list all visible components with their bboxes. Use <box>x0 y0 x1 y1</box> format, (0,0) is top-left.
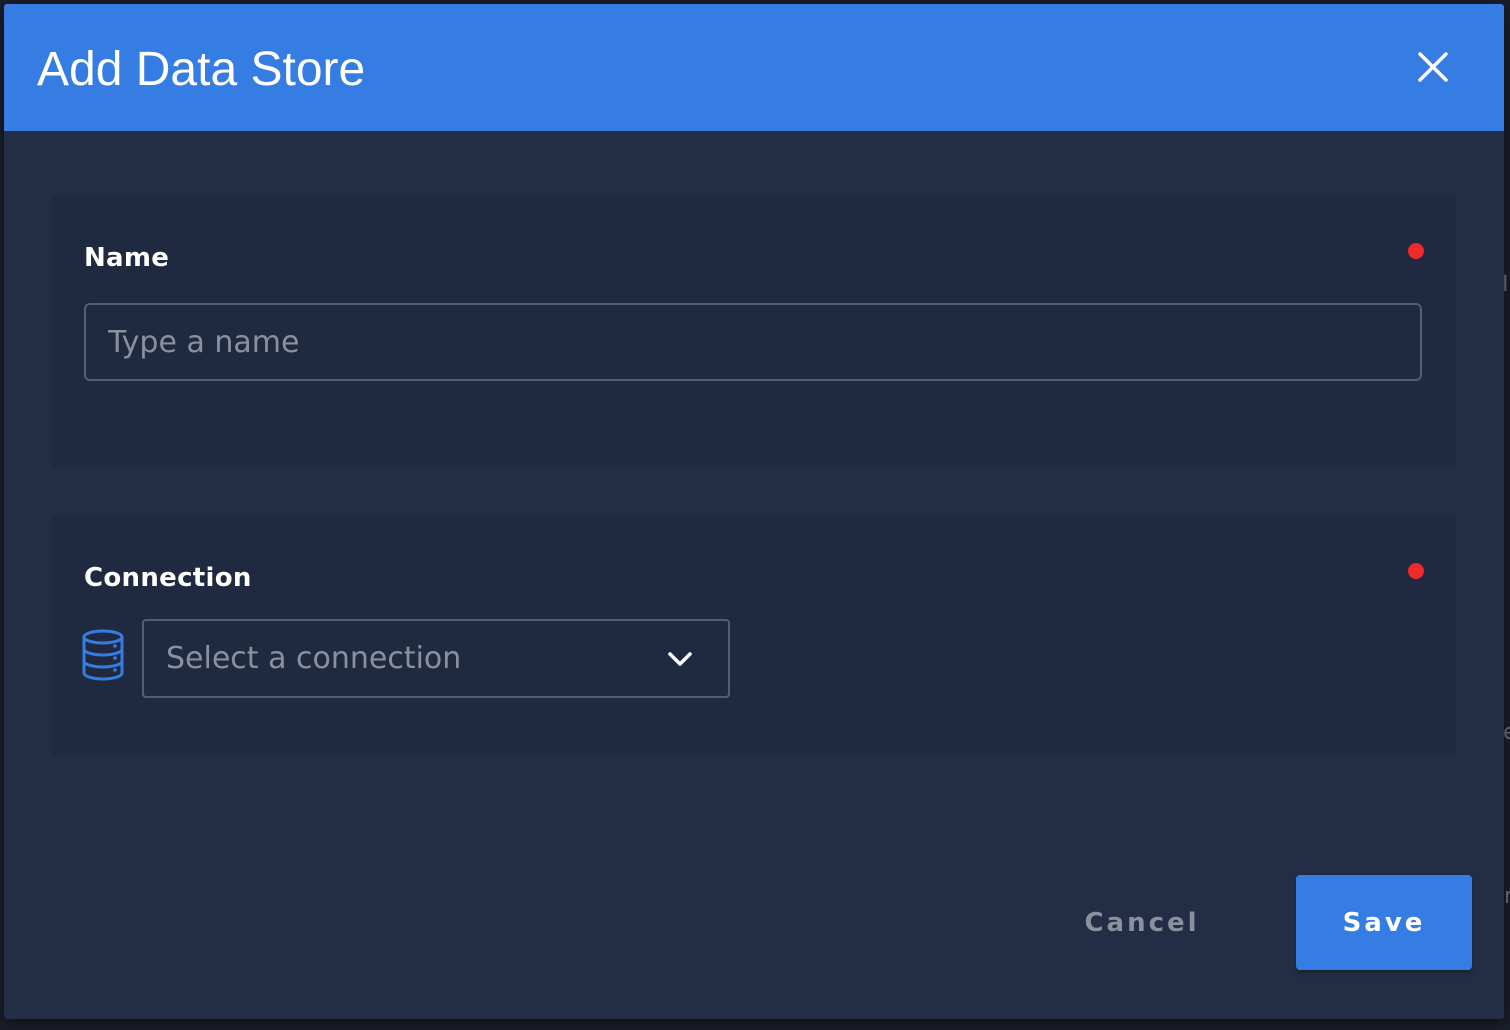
cancel-button[interactable]: Cancel <box>1062 876 1222 970</box>
required-indicator <box>1408 563 1424 579</box>
name-input[interactable] <box>84 303 1422 381</box>
database-icon <box>82 629 124 681</box>
backdrop-glyph: e <box>1503 720 1510 745</box>
dialog-header: Add Data Store <box>4 4 1504 131</box>
save-button[interactable]: Save <box>1296 875 1472 970</box>
name-section: Name <box>52 195 1456 467</box>
chevron-down-icon <box>668 652 692 666</box>
close-button[interactable] <box>1408 44 1456 92</box>
name-label: Name <box>84 243 170 273</box>
backdrop-glyph: r <box>1504 884 1510 909</box>
dialog-title: Add Data Store <box>37 43 366 96</box>
required-indicator <box>1408 243 1424 259</box>
connection-select[interactable]: Select a connection <box>142 619 730 698</box>
add-data-store-dialog: Add Data Store Name Connection Select a … <box>4 4 1504 1019</box>
connection-label: Connection <box>84 563 252 593</box>
close-icon <box>1418 52 1448 82</box>
connection-select-placeholder: Select a connection <box>166 641 462 676</box>
connection-section: Connection Select a connection <box>52 515 1456 755</box>
